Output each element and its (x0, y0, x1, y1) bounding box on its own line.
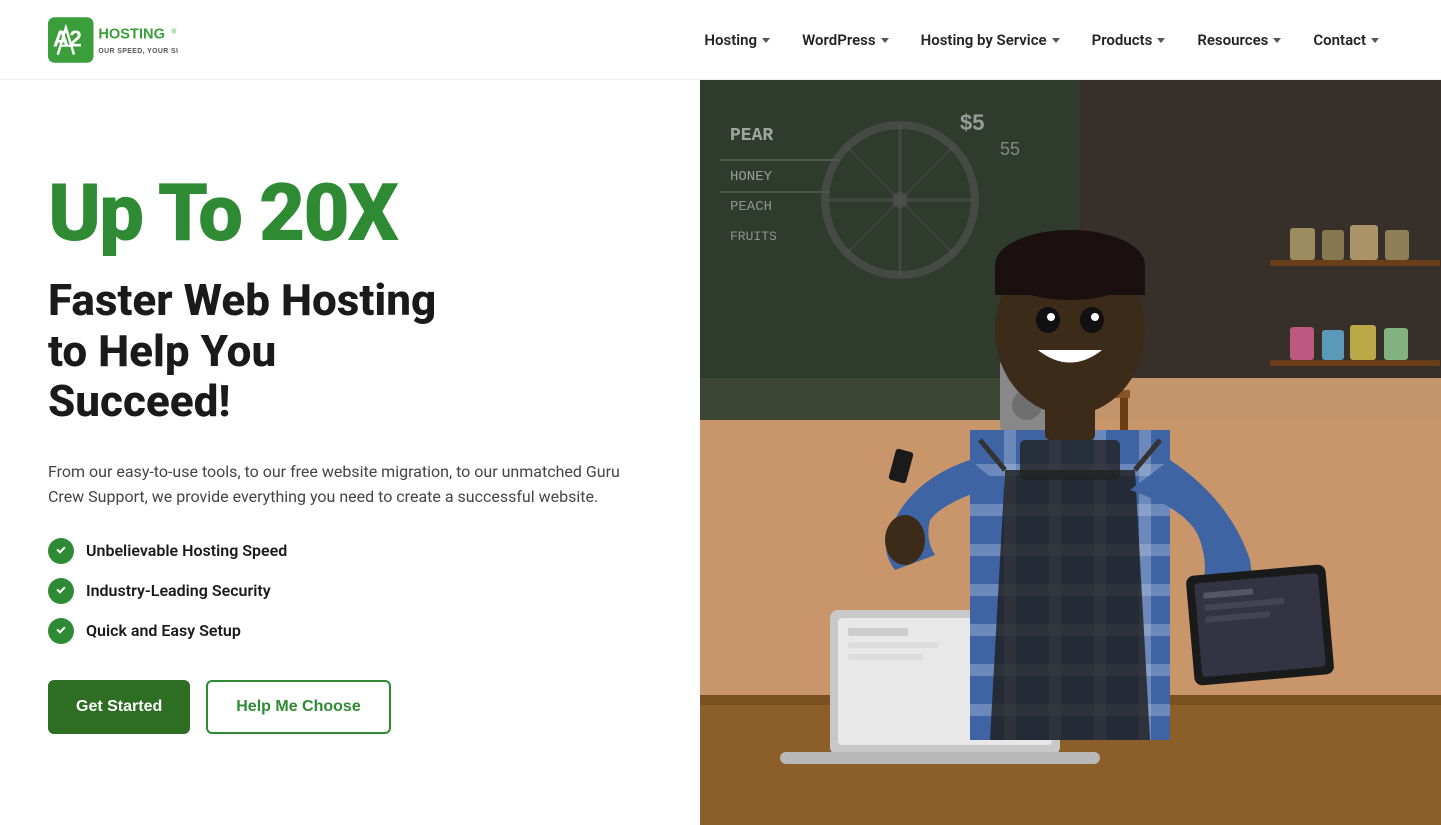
hero-subtitle-line2: to Help You (48, 325, 276, 377)
logo[interactable]: A2 HOSTING ® OUR SPEED, YOUR SUCCESS (48, 10, 178, 70)
nav-label-resources: Resources (1197, 31, 1268, 49)
hero-description: From our easy-to-use tools, to our free … (48, 459, 648, 510)
hero-illustration: PEAR HONEY PEACH FRUITS $5 55 (700, 80, 1441, 825)
svg-text:PEAR: PEAR (730, 126, 773, 146)
check-icon-security (48, 578, 74, 604)
hero-image: PEAR HONEY PEACH FRUITS $5 55 (700, 80, 1441, 825)
chevron-down-icon (1052, 38, 1060, 43)
hero-buttons: Get Started Help Me Choose (48, 680, 652, 734)
feature-item-security: Industry-Leading Security (48, 578, 652, 604)
hero-subtitle-line3: Succeed! (48, 375, 230, 427)
get-started-button[interactable]: Get Started (48, 680, 190, 734)
nav-label-hosting: Hosting (704, 31, 757, 49)
hero-tagline: Up To 20X (48, 171, 652, 255)
nav-item-products[interactable]: Products (1078, 23, 1180, 57)
nav-item-hosting-by-service[interactable]: Hosting by Service (907, 23, 1074, 57)
chevron-down-icon (1157, 38, 1165, 43)
navbar: A2 HOSTING ® OUR SPEED, YOUR SUCCESS Hos… (0, 0, 1441, 80)
logo-image: A2 HOSTING ® OUR SPEED, YOUR SUCCESS (48, 10, 178, 70)
nav-link-contact[interactable]: Contact (1299, 23, 1393, 57)
feature-label-speed: Unbelievable Hosting Speed (86, 541, 287, 560)
hero-subtitle: Faster Web Hosting to Help You Succeed! (48, 275, 652, 427)
svg-text:PEACH: PEACH (730, 199, 772, 215)
features-list: Unbelievable Hosting Speed Industry-Lead… (48, 538, 652, 644)
svg-text:FRUITS: FRUITS (730, 229, 777, 244)
svg-text:HOSTING: HOSTING (98, 26, 165, 42)
nav-item-resources[interactable]: Resources (1183, 23, 1295, 57)
chevron-down-icon (1273, 38, 1281, 43)
hero-section: Up To 20X Faster Web Hosting to Help You… (0, 80, 1441, 825)
svg-text:OUR SPEED, YOUR SUCCESS: OUR SPEED, YOUR SUCCESS (98, 48, 178, 55)
nav-menu: Hosting WordPress Hosting by Service Pro… (690, 23, 1393, 57)
feature-item-setup: Quick and Easy Setup (48, 618, 652, 644)
help-me-choose-button[interactable]: Help Me Choose (206, 680, 390, 734)
nav-item-hosting[interactable]: Hosting (690, 23, 784, 57)
hero-background: PEAR HONEY PEACH FRUITS $5 55 (700, 80, 1441, 825)
nav-link-hosting-by-service[interactable]: Hosting by Service (907, 23, 1074, 57)
feature-item-speed: Unbelievable Hosting Speed (48, 538, 652, 564)
check-icon-setup (48, 618, 74, 644)
nav-link-wordpress[interactable]: WordPress (788, 23, 903, 57)
hero-content: Up To 20X Faster Web Hosting to Help You… (0, 80, 700, 825)
hero-subtitle-line1: Faster Web Hosting (48, 274, 436, 326)
svg-text:®: ® (172, 27, 177, 35)
nav-item-contact[interactable]: Contact (1299, 23, 1393, 57)
feature-label-setup: Quick and Easy Setup (86, 621, 241, 640)
svg-text:55: 55 (1000, 139, 1020, 159)
nav-link-hosting[interactable]: Hosting (690, 23, 784, 57)
chevron-down-icon (1371, 38, 1379, 43)
chevron-down-icon (762, 38, 770, 43)
nav-link-resources[interactable]: Resources (1183, 23, 1295, 57)
nav-link-products[interactable]: Products (1078, 23, 1180, 57)
chevron-down-icon (881, 38, 889, 43)
svg-text:HONEY: HONEY (730, 169, 773, 185)
check-icon-speed (48, 538, 74, 564)
nav-label-wordpress: WordPress (802, 31, 876, 49)
nav-label-products: Products (1092, 31, 1153, 49)
feature-label-security: Industry-Leading Security (86, 581, 271, 600)
nav-item-wordpress[interactable]: WordPress (788, 23, 903, 57)
nav-label-contact: Contact (1313, 31, 1366, 49)
nav-label-hosting-by-service: Hosting by Service (921, 31, 1047, 49)
svg-text:$5: $5 (960, 110, 984, 135)
